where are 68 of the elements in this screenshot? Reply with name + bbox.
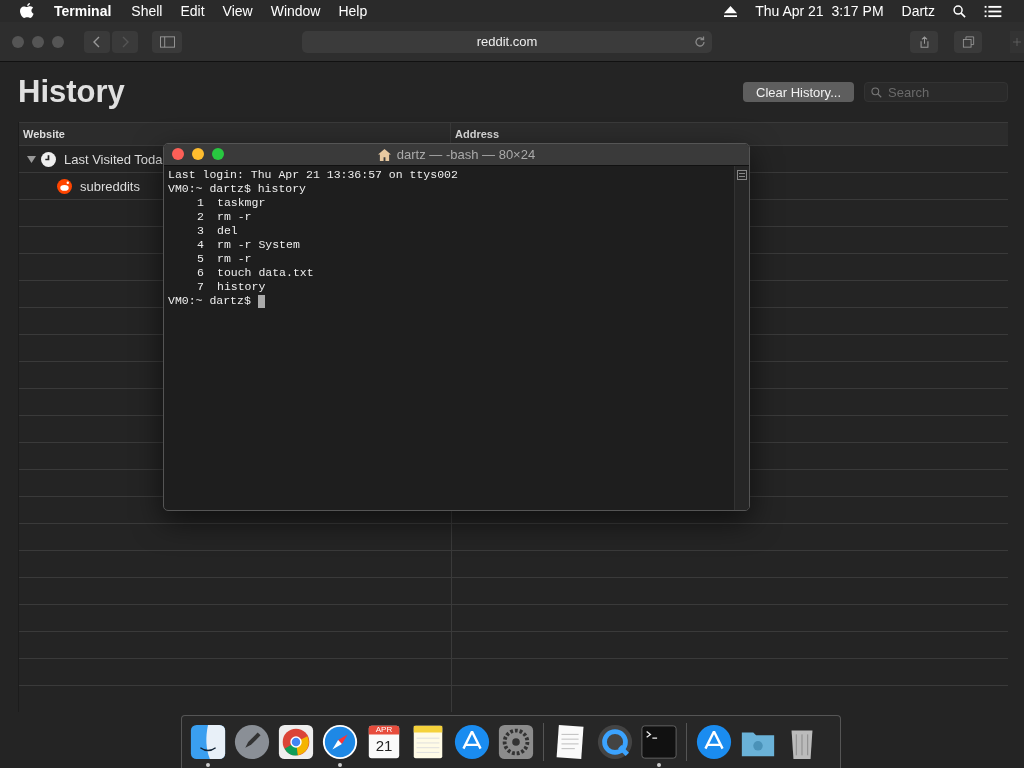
menu-title[interactable]: Terminal xyxy=(54,3,112,19)
calendar-month: APR xyxy=(375,725,393,734)
sidebar-button[interactable] xyxy=(152,30,182,53)
terminal-prompt: VM0:~ dartz$ xyxy=(168,294,251,308)
tabs-icon xyxy=(960,35,976,48)
history-command: rm -r xyxy=(217,252,252,266)
tabs-button[interactable] xyxy=(954,30,982,53)
list-icon[interactable] xyxy=(984,4,1002,18)
history-number: 6 xyxy=(196,266,204,280)
history-command: rm -r System xyxy=(217,238,300,252)
terminal-line: VM0:~ dartz$ history xyxy=(168,182,308,196)
menu-clock[interactable]: Thu Apr 21 3:17 PM xyxy=(755,3,884,19)
sidebar-icon xyxy=(159,35,175,48)
app-store-icon[interactable] xyxy=(453,723,491,761)
minimize-button[interactable] xyxy=(192,148,204,160)
history-item[interactable]: subreddits xyxy=(80,179,140,194)
history-number: 2 xyxy=(196,210,204,224)
disclosure-triangle-icon[interactable] xyxy=(27,155,36,164)
running-indicator xyxy=(338,763,342,767)
app-store-icon[interactable] xyxy=(695,723,733,761)
browser-icon[interactable] xyxy=(277,723,315,761)
running-indicator xyxy=(206,763,210,767)
history-group[interactable]: Last Visited Toda xyxy=(64,152,163,167)
house-icon xyxy=(377,148,391,161)
history-command: history xyxy=(217,280,266,294)
history-number: 1 xyxy=(196,196,204,210)
calendar-day: 21 xyxy=(375,737,393,754)
plus-icon xyxy=(1013,38,1021,46)
history-number: 7 xyxy=(196,280,204,294)
media-player-icon[interactable] xyxy=(596,723,634,761)
clock-icon xyxy=(41,152,56,167)
menu-item[interactable]: Window xyxy=(270,3,321,19)
user-name[interactable]: Dartz xyxy=(901,3,935,19)
search-field[interactable]: Search xyxy=(864,82,1008,102)
menu-item[interactable]: Help xyxy=(338,3,368,19)
close-button[interactable] xyxy=(172,148,184,160)
history-command: del xyxy=(217,224,238,238)
history-command: rm -r xyxy=(217,210,252,224)
menu-item[interactable]: Edit xyxy=(180,3,205,19)
terminal-line: Last login: Thu Apr 21 13:36:57 on ttys002 xyxy=(168,168,459,182)
menu-item[interactable]: View xyxy=(222,3,253,19)
back-button[interactable] xyxy=(84,30,110,53)
window-title: dartz — -bash — 80×24 xyxy=(396,147,536,162)
compass-icon[interactable] xyxy=(321,723,359,761)
history-command: taskmgr xyxy=(217,196,266,210)
chevron-right-icon xyxy=(121,35,129,48)
menu-item[interactable]: Shell xyxy=(131,3,163,19)
apple-icon[interactable] xyxy=(20,3,34,19)
menu-icon[interactable] xyxy=(737,170,747,180)
history-number: 5 xyxy=(196,252,204,266)
history-number: 4 xyxy=(196,238,204,252)
reload-icon[interactable] xyxy=(694,35,706,48)
share-button[interactable] xyxy=(910,30,938,53)
search-icon xyxy=(871,87,882,98)
gear-icon[interactable] xyxy=(497,723,535,761)
search-icon[interactable] xyxy=(953,4,966,18)
history-command: touch data.txt xyxy=(217,266,314,280)
text-cursor xyxy=(257,294,265,308)
column-header[interactable]: Address xyxy=(451,123,1008,145)
face-icon[interactable] xyxy=(189,723,227,761)
eject-icon[interactable] xyxy=(724,4,738,18)
page-title: History xyxy=(18,74,125,110)
address-field[interactable]: reddit.com xyxy=(302,30,712,53)
zoom-button[interactable] xyxy=(212,148,224,160)
history-number: 3 xyxy=(196,224,204,238)
chevron-left-icon xyxy=(93,35,101,48)
clear-history-button[interactable]: Clear History... xyxy=(743,82,854,102)
running-indicator xyxy=(657,763,661,767)
